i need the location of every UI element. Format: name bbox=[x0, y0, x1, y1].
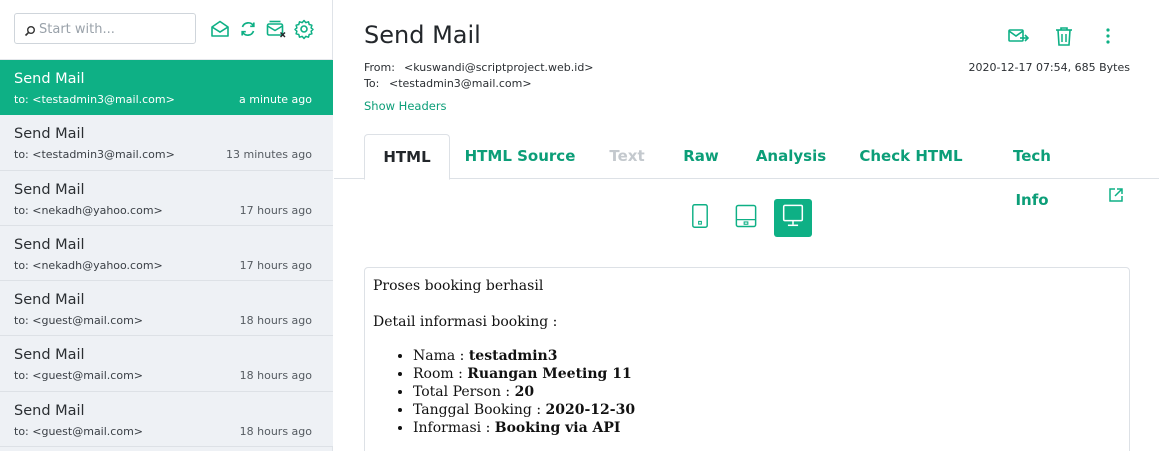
tablet-icon bbox=[735, 204, 757, 232]
search-input[interactable] bbox=[39, 19, 189, 39]
search-icon bbox=[24, 22, 36, 37]
body-line-1: Proses booking berhasil bbox=[373, 278, 544, 294]
mail-time: 17 hours ago bbox=[239, 258, 312, 272]
mail-time: 17 hours ago bbox=[239, 203, 312, 217]
list-item: Tanggal Booking : 2020-12-30 bbox=[413, 401, 635, 419]
detail-label: Room : bbox=[413, 366, 468, 382]
mail-time: 13 minutes ago bbox=[226, 148, 312, 162]
tab-analysis[interactable]: Analysis bbox=[754, 134, 828, 179]
message-date-size: 2020-12-17 07:54, 685 Bytes bbox=[968, 61, 1130, 74]
mail-time: a minute ago bbox=[239, 93, 312, 106]
mail-list: Send Mail to: <testadmin3@mail.com> a mi… bbox=[0, 60, 333, 448]
from-label: From: bbox=[364, 61, 395, 74]
mail-open-icon[interactable] bbox=[209, 18, 231, 40]
booking-details-list: Nama : testadmin3 Room : Ruangan Meeting… bbox=[413, 347, 635, 437]
mail-recipient: to: <testadmin3@mail.com> bbox=[14, 93, 175, 106]
desktop-icon bbox=[782, 203, 804, 233]
mail-list-item[interactable]: Send Mail to: <guest@mail.com> 18 hours … bbox=[0, 391, 333, 448]
mail-subject: Send Mail bbox=[14, 292, 85, 309]
mail-time: 18 hours ago bbox=[239, 369, 312, 383]
message-pane: Send Mail From: <kuswandi@scriptproject.w… bbox=[334, 0, 1159, 451]
list-item: Room : Ruangan Meeting 11 bbox=[413, 365, 635, 383]
detail-value: 20 bbox=[514, 384, 535, 400]
mail-subject: Send Mail bbox=[14, 236, 85, 253]
to-line: To: <testadmin3@mail.com> bbox=[364, 77, 532, 90]
mail-recipient: to: <guest@mail.com> bbox=[14, 314, 144, 328]
html-preview: Proses booking berhasil Detail informasi… bbox=[364, 267, 1130, 451]
mobile-view-button[interactable] bbox=[681, 199, 719, 237]
mail-recipient: to: <nekadh@yahoo.com> bbox=[14, 258, 163, 272]
mail-list-item[interactable]: Send Mail to: <testadmin3@mail.com> a mi… bbox=[0, 60, 333, 116]
forward-mail-icon[interactable] bbox=[1007, 25, 1030, 47]
search-box[interactable] bbox=[14, 13, 196, 44]
from-address: <kuswandi@scriptproject.web.id> bbox=[404, 61, 594, 74]
tablet-view-button[interactable] bbox=[727, 199, 765, 237]
body-line-2: Detail informasi booking : bbox=[373, 314, 558, 330]
more-options-icon[interactable] bbox=[1097, 25, 1119, 47]
detail-value: Booking via API bbox=[494, 420, 621, 436]
mail-recipient: to: <testadmin3@mail.com> bbox=[14, 148, 175, 162]
mail-time: 18 hours ago bbox=[239, 314, 312, 328]
to-label: To: bbox=[364, 77, 380, 90]
mail-subject: Send Mail bbox=[14, 347, 85, 364]
detail-label: Nama : bbox=[413, 348, 469, 364]
mail-subject: Send Mail bbox=[14, 181, 85, 198]
mail-recipient: to: <guest@mail.com> bbox=[14, 369, 144, 383]
mail-subject: Send Mail bbox=[14, 402, 85, 419]
show-headers-link[interactable]: Show Headers bbox=[364, 99, 447, 113]
open-external-icon[interactable] bbox=[1107, 186, 1125, 204]
message-title: Send Mail bbox=[364, 21, 481, 49]
mail-recipient: to: <guest@mail.com> bbox=[14, 424, 144, 438]
refresh-icon[interactable] bbox=[237, 18, 259, 40]
tab-tech-info[interactable]: Tech Info bbox=[994, 134, 1070, 209]
mail-recipient: to: <nekadh@yahoo.com> bbox=[14, 203, 163, 217]
mail-list-item[interactable]: Send Mail to: <nekadh@yahoo.com> 17 hour… bbox=[0, 225, 333, 282]
sidebar-toolbar bbox=[0, 0, 332, 60]
tab-text: Text bbox=[609, 147, 645, 165]
mail-list-item[interactable]: Send Mail to: <testadmin3@mail.com> 13 m… bbox=[0, 115, 333, 171]
mail-subject: Send Mail bbox=[14, 126, 85, 143]
detail-label: Total Person : bbox=[413, 384, 515, 400]
tab-check-html[interactable]: Check HTML bbox=[856, 134, 966, 179]
to-address: <testadmin3@mail.com> bbox=[389, 77, 532, 90]
mail-list-item[interactable]: Send Mail to: <nekadh@yahoo.com> 17 hour… bbox=[0, 170, 333, 226]
view-tabs: HTML HTML Source Text Raw Analysis Check… bbox=[334, 134, 1159, 209]
settings-icon[interactable] bbox=[293, 18, 315, 40]
mail-list-item[interactable]: Send Mail to: <guest@mail.com> 18 hours … bbox=[0, 336, 333, 392]
detail-value: 2020-12-30 bbox=[545, 402, 636, 418]
tab-raw[interactable]: Raw bbox=[676, 134, 726, 179]
mail-time: 18 hours ago bbox=[239, 424, 312, 438]
detail-value: testadmin3 bbox=[468, 348, 558, 364]
list-item: Total Person : 20 bbox=[413, 383, 635, 401]
inbox-clear-icon[interactable] bbox=[265, 18, 287, 40]
tab-html-source[interactable]: HTML Source bbox=[460, 134, 580, 179]
mail-subject: Send Mail bbox=[14, 71, 85, 87]
desktop-view-button[interactable] bbox=[774, 199, 812, 237]
detail-label: Informasi : bbox=[413, 420, 495, 436]
mobile-icon bbox=[691, 203, 709, 233]
detail-value: Ruangan Meeting 11 bbox=[467, 366, 632, 382]
detail-label: Tanggal Booking : bbox=[413, 402, 546, 418]
list-item: Informasi : Booking via API bbox=[413, 419, 635, 437]
delete-icon[interactable] bbox=[1053, 25, 1075, 47]
from-line: From: <kuswandi@scriptproject.web.id> bbox=[364, 61, 594, 74]
mail-list-item[interactable]: Send Mail to: <guest@mail.com> 18 hours … bbox=[0, 281, 333, 337]
sidebar: Send Mail to: <testadmin3@mail.com> a mi… bbox=[0, 0, 333, 451]
tab-html[interactable]: HTML bbox=[364, 134, 450, 180]
list-item: Nama : testadmin3 bbox=[413, 347, 635, 365]
